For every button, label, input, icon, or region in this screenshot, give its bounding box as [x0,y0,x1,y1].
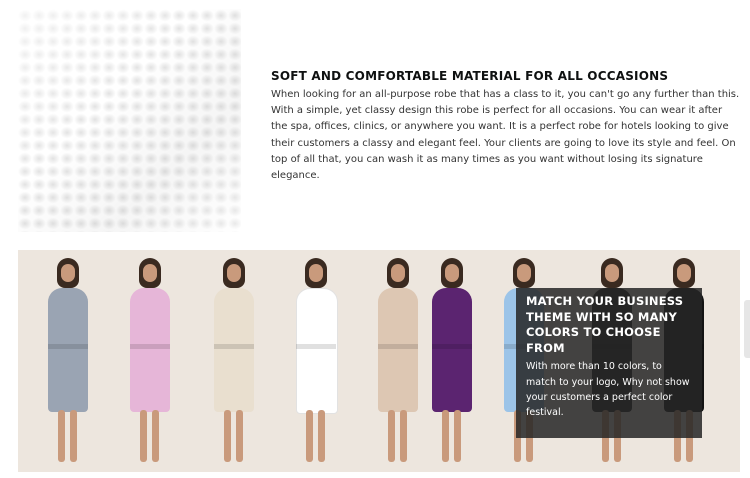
model-face [227,264,241,282]
model-leg [388,410,395,462]
carousel-next-handle[interactable] [744,300,750,358]
model-face [309,264,323,282]
feature-description: When looking for an all-purpose robe tha… [271,89,740,182]
feature-section: SOFT AND COMFORTABLE MATERIAL FOR ALL OC… [271,68,741,184]
model-face [605,264,619,282]
robe-model [280,250,350,472]
model-leg [454,410,461,462]
robe-belt [214,344,254,349]
model-face [517,264,531,282]
model-face [391,264,405,282]
model-face [61,264,75,282]
robe-belt [378,344,418,349]
model-leg [58,410,65,462]
model-leg [236,410,243,462]
model-face [677,264,691,282]
robe [378,288,418,412]
robe-belt [432,344,472,349]
robe [432,288,472,412]
model-leg [442,410,449,462]
overlay-title: MATCH YOUR BUSINESS THEME WITH SO MANY C… [526,294,684,355]
overlay-text-box: MATCH YOUR BUSINESS THEME WITH SO MANY C… [516,288,702,438]
robe [48,288,88,412]
model-face [445,264,459,282]
model-leg [224,410,231,462]
robe-belt [48,344,88,349]
model-leg [140,410,147,462]
waffle-fabric-image [18,9,241,232]
robe [296,288,338,414]
model-leg [400,410,407,462]
robe [214,288,254,412]
feature-title: SOFT AND COMFORTABLE MATERIAL FOR ALL OC… [271,69,669,83]
color-options-banner: MATCH YOUR BUSINESS THEME WITH SO MANY C… [18,250,740,472]
robe-model [114,250,184,472]
robe [130,288,170,412]
robe-model [416,250,486,472]
robe-belt [130,344,170,349]
model-leg [318,410,325,462]
model-leg [152,410,159,462]
robe-belt [296,344,336,349]
overlay-description: With more than 10 colors, to match to yo… [526,361,690,419]
model-face [143,264,157,282]
model-leg [306,410,313,462]
robe-model [32,250,102,472]
model-leg [70,410,77,462]
robe-model [198,250,268,472]
